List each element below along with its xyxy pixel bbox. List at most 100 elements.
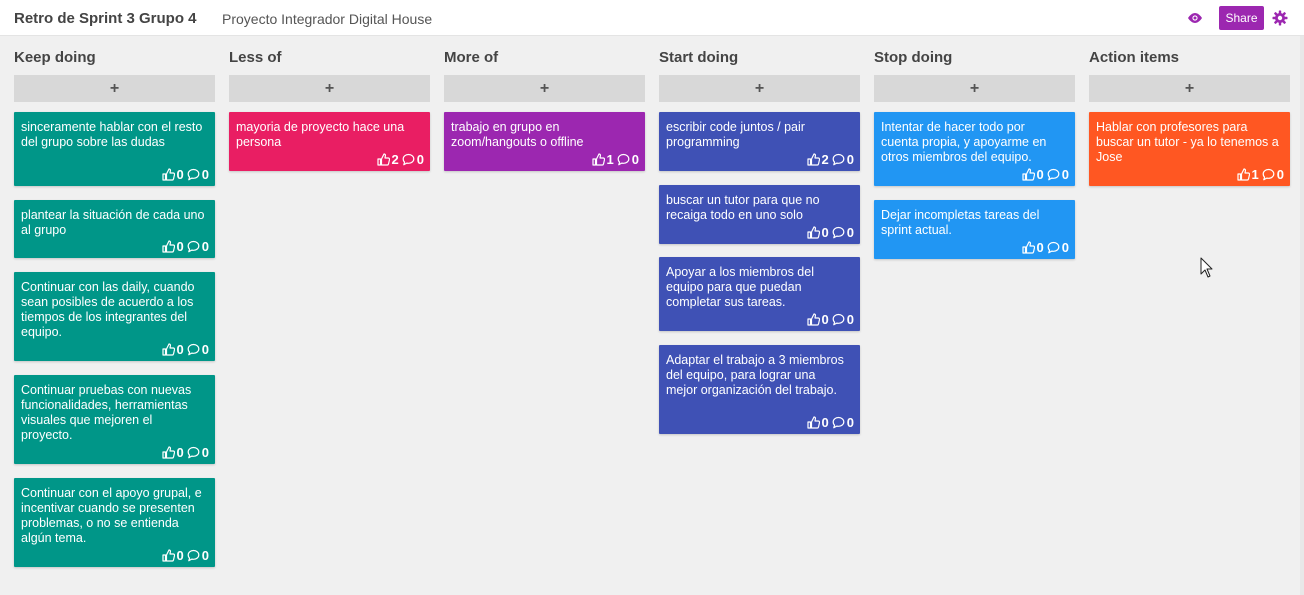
card-text: Continuar pruebas con nuevas funcionalid… [21, 383, 192, 442]
thumbs-up-icon[interactable] [1236, 168, 1250, 181]
thumbs-up-icon[interactable] [806, 153, 820, 166]
comment-count: 0 [631, 152, 639, 167]
comment-count: 0 [416, 152, 424, 167]
comment-icon[interactable] [617, 153, 630, 166]
add-card-button[interactable]: + [1089, 75, 1290, 102]
add-card-button[interactable]: + [874, 75, 1075, 102]
card[interactable]: plantear la situación de cada uno al gru… [14, 200, 215, 258]
scrollbar[interactable] [1300, 36, 1304, 595]
thumbs-up-icon[interactable] [1021, 168, 1035, 181]
card-text: Dejar incompletas tareas del sprint actu… [881, 208, 1040, 237]
card-text: mayoria de proyecto hace una persona [236, 120, 405, 149]
comment-icon[interactable] [1047, 168, 1060, 181]
card[interactable]: Apoyar a los miembros del equipo para qu… [659, 257, 860, 331]
card-text: Continuar con las daily, cuando sean pos… [21, 280, 195, 339]
comment-count: 0 [846, 152, 854, 167]
comment-icon[interactable] [832, 416, 845, 429]
card-meta: 0 0 [1021, 240, 1069, 255]
card[interactable]: trabajo en grupo en zoom/hangouts o offl… [444, 112, 645, 171]
card-meta: 0 0 [806, 415, 854, 430]
card-text: Hablar con profesores para buscar un tut… [1096, 120, 1279, 164]
column-title: Action items [1089, 49, 1180, 66]
comment-count: 0 [201, 548, 209, 563]
like-count: 0 [821, 225, 829, 240]
card-meta: 0 0 [161, 167, 209, 182]
like-count: 0 [1036, 167, 1044, 182]
board-subtitle: Proyecto Integrador Digital House [222, 11, 433, 27]
comment-icon[interactable] [832, 153, 845, 166]
like-count: 0 [176, 342, 184, 357]
comment-count: 0 [1061, 240, 1069, 255]
card-text: escribir code juntos / pair programming [666, 120, 805, 149]
column-title: Keep doing [14, 49, 96, 66]
card-text: sinceramente hablar con el resto del gru… [21, 120, 203, 149]
add-card-button[interactable]: + [659, 75, 860, 102]
card-meta: 1 0 [591, 152, 639, 167]
comment-icon[interactable] [187, 240, 200, 253]
card-text: Intentar de hacer todo por cuenta propia… [881, 120, 1047, 164]
card[interactable]: Continuar pruebas con nuevas funcionalid… [14, 375, 215, 464]
comment-icon[interactable] [832, 313, 845, 326]
thumbs-up-icon[interactable] [806, 226, 820, 239]
thumbs-up-icon[interactable] [806, 416, 820, 429]
thumbs-up-icon[interactable] [161, 240, 175, 253]
comment-icon[interactable] [187, 168, 200, 181]
thumbs-up-icon[interactable] [591, 153, 605, 166]
like-count: 2 [821, 152, 829, 167]
column-title: Start doing [659, 49, 739, 66]
card[interactable]: Hablar con profesores para buscar un tut… [1089, 112, 1290, 186]
like-count: 0 [176, 167, 184, 182]
like-count: 0 [176, 445, 184, 460]
comment-icon[interactable] [1262, 168, 1275, 181]
comment-icon[interactable] [187, 343, 200, 356]
mouse-cursor-icon [1200, 257, 1214, 279]
comment-icon[interactable] [187, 446, 200, 459]
column-title: Stop doing [874, 49, 953, 66]
comment-count: 0 [201, 342, 209, 357]
thumbs-up-icon[interactable] [1021, 241, 1035, 254]
comment-icon[interactable] [1047, 241, 1060, 254]
card[interactable]: buscar un tutor para que no recaiga todo… [659, 185, 860, 244]
card-text: plantear la situación de cada uno al gru… [21, 208, 205, 237]
share-button[interactable]: Share [1219, 6, 1264, 30]
card[interactable]: Adaptar el trabajo a 3 miembros del equi… [659, 345, 860, 434]
card[interactable]: escribir code juntos / pair programming … [659, 112, 860, 171]
like-count: 0 [821, 415, 829, 430]
card-meta: 0 0 [1021, 167, 1069, 182]
card-meta: 0 0 [806, 312, 854, 327]
card-meta: 1 0 [1236, 167, 1284, 182]
board-title: Retro de Sprint 3 Grupo 4 [14, 10, 197, 27]
eye-icon[interactable] [1186, 11, 1204, 25]
add-card-button[interactable]: + [229, 75, 430, 102]
column-title: Less of [229, 49, 282, 66]
card[interactable]: mayoria de proyecto hace una persona 2 0 [229, 112, 430, 171]
thumbs-up-icon[interactable] [161, 343, 175, 356]
card[interactable]: Continuar con las daily, cuando sean pos… [14, 272, 215, 361]
gear-icon[interactable] [1272, 10, 1288, 26]
card[interactable]: sinceramente hablar con el resto del gru… [14, 112, 215, 186]
thumbs-up-icon[interactable] [376, 153, 390, 166]
like-count: 0 [821, 312, 829, 327]
comment-icon[interactable] [832, 226, 845, 239]
card[interactable]: Intentar de hacer todo por cuenta propia… [874, 112, 1075, 186]
comment-count: 0 [846, 225, 854, 240]
thumbs-up-icon[interactable] [161, 446, 175, 459]
card[interactable]: Continuar con el apoyo grupal, e incenti… [14, 478, 215, 567]
comment-count: 0 [201, 239, 209, 254]
comment-icon[interactable] [402, 153, 415, 166]
card[interactable]: Dejar incompletas tareas del sprint actu… [874, 200, 1075, 259]
like-count: 0 [176, 548, 184, 563]
like-count: 1 [1251, 167, 1259, 182]
card-meta: 0 0 [806, 225, 854, 240]
thumbs-up-icon[interactable] [161, 168, 175, 181]
comment-count: 0 [1061, 167, 1069, 182]
card-text: buscar un tutor para que no recaiga todo… [666, 193, 820, 222]
comment-count: 0 [201, 167, 209, 182]
comment-count: 0 [846, 415, 854, 430]
add-card-button[interactable]: + [14, 75, 215, 102]
add-card-button[interactable]: + [444, 75, 645, 102]
thumbs-up-icon[interactable] [806, 313, 820, 326]
comment-icon[interactable] [187, 549, 200, 562]
thumbs-up-icon[interactable] [161, 549, 175, 562]
comment-count: 0 [846, 312, 854, 327]
